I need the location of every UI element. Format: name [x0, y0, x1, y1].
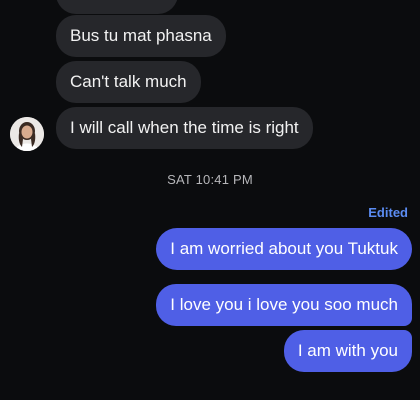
edited-label[interactable]: Edited: [368, 205, 408, 220]
message-text: I am with you: [297, 341, 398, 360]
message-bubble-incoming[interactable]: Can't talk much: [56, 61, 201, 103]
message-text: Can't talk much: [70, 72, 187, 91]
message-text: I love you i love you soo much: [170, 295, 398, 314]
message-text: I will call when the time is right: [70, 118, 299, 137]
message-bubble-outgoing[interactable]: I am worried about you Tuktuk: [156, 228, 412, 270]
message-bubble-incoming-cutoff[interactable]: [56, 0, 178, 14]
message-bubble-incoming[interactable]: Bus tu mat phasna: [56, 15, 226, 57]
avatar-photo-icon: [10, 117, 44, 151]
message-text: I am worried about you Tuktuk: [170, 239, 398, 258]
contact-avatar[interactable]: [10, 117, 44, 151]
message-text: Bus tu mat phasna: [70, 26, 212, 45]
message-bubble-outgoing[interactable]: I love you i love you soo much: [156, 284, 412, 326]
conversation-timestamp: SAT 10:41 PM: [167, 172, 253, 187]
message-bubble-outgoing[interactable]: I am with you: [283, 330, 412, 372]
message-bubble-incoming[interactable]: I will call when the time is right: [56, 107, 313, 149]
